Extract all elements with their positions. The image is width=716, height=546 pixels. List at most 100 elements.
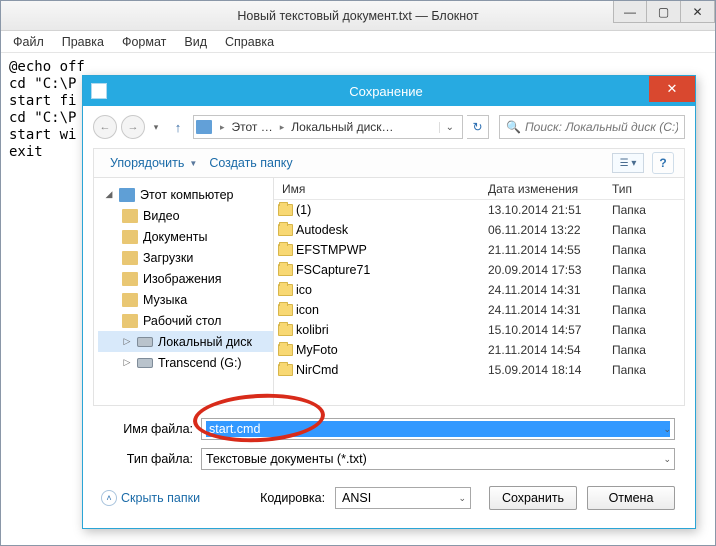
organize-menu[interactable]: Упорядочить ▼: [104, 153, 203, 173]
menu-help[interactable]: Справка: [217, 33, 282, 51]
filetype-select[interactable]: Текстовые документы (*.txt) ⌄: [201, 448, 675, 470]
tree-transcend[interactable]: ▷ Transcend (G:): [98, 352, 273, 373]
breadcrumb-bar[interactable]: ▸ Этот … ▸ Локальный диск… ⌄: [193, 115, 463, 139]
file-name: NirCmd: [296, 363, 488, 377]
tree-item-label: Документы: [143, 230, 207, 244]
file-row[interactable]: NirCmd15.09.2014 18:14Папка: [274, 360, 684, 380]
filename-label: Имя файла:: [97, 422, 201, 436]
file-row[interactable]: EFSTMPWP21.11.2014 14:55Папка: [274, 240, 684, 260]
folder-icon: [274, 324, 296, 336]
tree-item-label: Рабочий стол: [143, 314, 221, 328]
tree-music[interactable]: Музыка: [98, 289, 273, 310]
breadcrumb-dropdown[interactable]: ⌄: [439, 122, 460, 133]
file-row[interactable]: FSCapture7120.09.2014 17:53Папка: [274, 260, 684, 280]
file-name: ico: [296, 283, 488, 297]
tree-item-label: Transcend (G:): [158, 356, 242, 370]
view-mode-button[interactable]: ☰ ▾: [612, 153, 644, 173]
file-list[interactable]: (1)13.10.2014 21:51ПапкаAutodesk06.11.20…: [274, 200, 684, 405]
file-name: icon: [296, 303, 488, 317]
cancel-button[interactable]: Отмена: [587, 486, 675, 510]
file-date: 21.11.2014 14:54: [488, 343, 612, 357]
encoding-select[interactable]: ANSI ⌄: [335, 487, 471, 509]
tree-desktop[interactable]: Рабочий стол: [98, 310, 273, 331]
folder-icon: [274, 264, 296, 276]
breadcrumb-this-pc[interactable]: Этот …: [229, 120, 276, 134]
file-row[interactable]: icon24.11.2014 14:31Папка: [274, 300, 684, 320]
tree-item-label: Этот компьютер: [140, 188, 233, 202]
notepad-menubar: Файл Правка Формат Вид Справка: [1, 31, 715, 53]
file-list-pane: Имя Дата изменения Тип (1)13.10.2014 21:…: [274, 178, 684, 405]
tree-downloads[interactable]: Загрузки: [98, 247, 273, 268]
dialog-titlebar[interactable]: Сохранение ✕: [83, 76, 695, 106]
file-row[interactable]: Autodesk06.11.2014 13:22Папка: [274, 220, 684, 240]
file-date: 13.10.2014 21:51: [488, 203, 612, 217]
save-button[interactable]: Сохранить: [489, 486, 577, 510]
file-row[interactable]: kolibri15.10.2014 14:57Папка: [274, 320, 684, 340]
refresh-button[interactable]: ↻: [467, 115, 489, 139]
folder-icon: [122, 293, 138, 307]
file-date: 15.09.2014 18:14: [488, 363, 612, 377]
help-button[interactable]: ?: [652, 152, 674, 174]
tree-pictures[interactable]: Изображения: [98, 268, 273, 289]
chevron-down-icon: ▼: [189, 159, 197, 168]
file-row[interactable]: ico24.11.2014 14:31Папка: [274, 280, 684, 300]
expand-icon[interactable]: ▷: [122, 336, 132, 347]
menu-file[interactable]: Файл: [5, 33, 52, 51]
menu-edit[interactable]: Правка: [54, 33, 112, 51]
folder-icon: [274, 344, 296, 356]
chevron-down-icon[interactable]: ⌄: [459, 493, 467, 504]
col-name[interactable]: Имя: [274, 182, 488, 196]
file-row[interactable]: (1)13.10.2014 21:51Папка: [274, 200, 684, 220]
nav-tree[interactable]: ◢ Этот компьютер Видео Документы Загрузк…: [94, 178, 274, 405]
folder-icon: [274, 304, 296, 316]
hide-folders-toggle[interactable]: ˄ Скрыть папки: [101, 490, 200, 506]
organize-label: Упорядочить: [110, 156, 184, 170]
chevron-down-icon[interactable]: ⌄: [663, 424, 671, 435]
collapse-icon[interactable]: ◢: [104, 189, 114, 200]
nav-forward-button[interactable]: →: [121, 115, 145, 139]
file-name: (1): [296, 203, 488, 217]
file-name: Autodesk: [296, 223, 488, 237]
maximize-button[interactable]: ▢: [647, 1, 681, 23]
new-folder-button[interactable]: Создать папку: [203, 153, 298, 173]
filename-input[interactable]: start.cmd ⌄: [201, 418, 675, 440]
dialog-close-button[interactable]: ✕: [649, 76, 695, 102]
nav-up-button[interactable]: ↑: [167, 116, 189, 138]
tree-videos[interactable]: Видео: [98, 205, 273, 226]
tree-item-label: Загрузки: [143, 251, 193, 265]
chevron-right-icon: ▸: [276, 122, 289, 133]
minimize-button[interactable]: —: [613, 1, 647, 23]
search-input[interactable]: [525, 120, 678, 134]
folder-icon: [122, 314, 138, 328]
folder-icon: [274, 244, 296, 256]
new-folder-label: Создать папку: [209, 156, 292, 170]
tree-this-pc[interactable]: ◢ Этот компьютер: [98, 184, 273, 205]
folder-icon: [274, 364, 296, 376]
col-date[interactable]: Дата изменения: [488, 182, 612, 196]
encoding-value: ANSI: [342, 491, 371, 505]
close-button[interactable]: ✕: [681, 1, 715, 23]
nav-back-button[interactable]: ←: [93, 115, 117, 139]
expand-icon[interactable]: ▷: [122, 357, 132, 368]
column-headers[interactable]: Имя Дата изменения Тип: [274, 178, 684, 200]
breadcrumb-local-disk[interactable]: Локальный диск…: [288, 120, 396, 134]
file-date: 06.11.2014 13:22: [488, 223, 612, 237]
file-type: Папка: [612, 243, 684, 257]
col-type[interactable]: Тип: [612, 182, 684, 196]
nav-history-dropdown[interactable]: ▾: [149, 115, 163, 139]
chevron-down-icon[interactable]: ⌄: [663, 454, 671, 465]
dialog-icon: [91, 83, 107, 99]
drive-icon: [137, 337, 153, 347]
tree-local-disk[interactable]: ▷Локальный диск: [98, 331, 273, 352]
file-row[interactable]: MyFoto21.11.2014 14:54Папка: [274, 340, 684, 360]
search-box[interactable]: 🔍: [499, 115, 685, 139]
pc-icon: [119, 188, 135, 202]
menu-view[interactable]: Вид: [176, 33, 215, 51]
chevron-right-icon: ▸: [216, 122, 229, 133]
menu-format[interactable]: Формат: [114, 33, 174, 51]
folder-icon: [274, 204, 296, 216]
file-type: Папка: [612, 343, 684, 357]
notepad-titlebar[interactable]: Новый текстовый документ.txt — Блокнот —…: [1, 1, 715, 31]
folder-icon: [274, 284, 296, 296]
tree-documents[interactable]: Документы: [98, 226, 273, 247]
